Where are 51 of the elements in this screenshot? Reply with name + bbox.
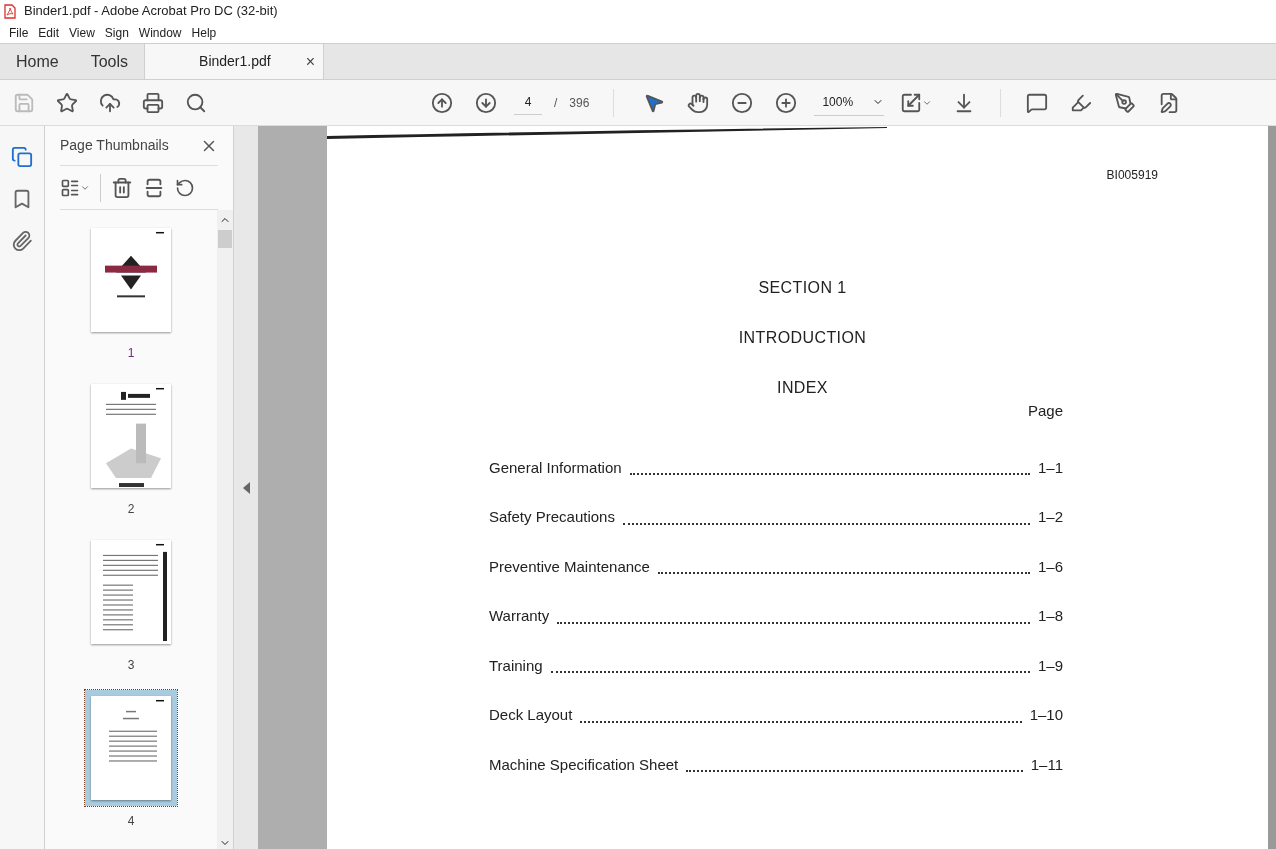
menu-item[interactable]: Sign [99,23,134,42]
page-separator: / [554,94,558,112]
index-entry: General Information [489,457,622,478]
window-title: Binder1.pdf - Adobe Acrobat Pro DC (32-bit) [24,2,278,21]
page-number: 1 [127,345,135,362]
page-reference: 1–11 [1030,754,1063,775]
page-column-heading: Page [1027,401,1063,421]
page-count: 396 [569,94,590,112]
thumbnail-options-icon[interactable] [60,177,90,198]
pages-icon[interactable] [11,146,33,168]
page-reference: 1–2 [1037,507,1063,527]
page-number: 2 [127,501,135,518]
trash-icon[interactable] [111,176,133,199]
zoom-dropdown[interactable]: 100% [814,89,885,116]
page-reference: 1–1 [1037,457,1063,478]
menu-item[interactable]: Help [186,23,222,42]
page-number: 3 [127,657,135,674]
menu-item[interactable]: View [64,23,100,42]
menu-item[interactable]: Edit [33,23,65,42]
page-reference: 1–9 [1037,655,1063,676]
index-entry: Preventive Maintenance [489,556,650,577]
collapse-panel-icon[interactable] [242,481,250,494]
index-entry: Machine Specification Sheet [489,754,679,775]
scrollbar[interactable] [1268,126,1276,849]
section-heading: INDEX [777,378,828,398]
page-reference: 1–8 [1037,606,1063,626]
index-entry: Warranty [489,606,550,626]
page-thumbnail[interactable] [85,690,177,806]
rotate-icon[interactable] [175,177,195,198]
insert-page-icon[interactable] [143,176,165,199]
attachments-icon[interactable] [11,230,33,252]
menu-item[interactable]: File [4,23,34,42]
index-entry: Deck Layout [489,705,573,725]
section-heading: SECTION 1 [758,278,847,298]
page-reference: 1–10 [1029,705,1063,725]
document-tab[interactable]: Binder1.pdf × [144,44,325,79]
menu-item[interactable]: Window [133,23,187,42]
panel-title: Page Thumbnails [60,136,169,155]
section-heading: INTRODUCTION [738,328,867,348]
nav-tab[interactable]: Tools [74,44,145,79]
scrollbar-thumb[interactable] [218,230,232,248]
index-entry: Safety Precautions [489,507,615,527]
document-code: BI005919 [1106,167,1158,184]
pdf-file-icon [4,3,16,19]
page-number: 4 [127,813,135,830]
close-tab-button[interactable]: × [305,49,316,74]
scrollbar[interactable] [217,210,233,849]
index-entry: Training [489,655,543,676]
page-reference: 1–6 [1037,556,1063,577]
nav-tab[interactable]: Home [0,44,75,79]
page-number-field[interactable]: 4 [514,90,542,115]
